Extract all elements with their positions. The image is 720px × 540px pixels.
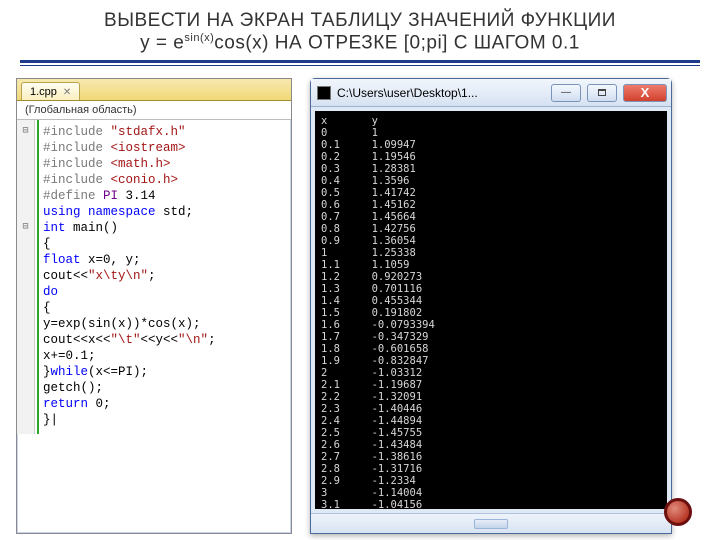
- tab-strip: 1.cpp ✕: [17, 79, 291, 101]
- code-area: ⊟ ⊟ #include "stdafx.h"#include <iostrea…: [17, 120, 291, 434]
- app-icon: [317, 86, 331, 100]
- tab-file[interactable]: 1.cpp ✕: [21, 82, 80, 100]
- status-strip: [311, 513, 671, 533]
- divider-thick: [20, 60, 700, 63]
- code-body[interactable]: #include "stdafx.h"#include <iostream>#i…: [37, 120, 222, 434]
- console-text: x y 0 1 0.1 1.09947 0.2 1.19546 0.3 1.28…: [321, 115, 663, 509]
- close-icon[interactable]: ✕: [63, 87, 71, 98]
- close-button[interactable]: X: [623, 84, 667, 102]
- minimize-button[interactable]: ―: [551, 84, 581, 102]
- console-window: C:\Users\user\Desktop\1... ― X x y 0 1 0…: [310, 78, 672, 534]
- code-editor-window: 1.cpp ✕ (Глобальная область) ⊟ ⊟ #includ…: [16, 78, 292, 534]
- tab-label: 1.cpp: [30, 86, 57, 98]
- scroll-thumb[interactable]: [474, 519, 508, 529]
- console-output: x y 0 1 0.1 1.09947 0.2 1.19546 0.3 1.28…: [315, 111, 667, 509]
- slide-title: ВЫВЕСТИ НА ЭКРАН ТАБЛИЦУ ЗНАЧЕНИЙ ФУНКЦИ…: [0, 0, 720, 58]
- outline-gutter: ⊟ ⊟: [17, 120, 35, 434]
- titlebar: C:\Users\user\Desktop\1... ― X: [311, 79, 671, 107]
- page-number-badge: [664, 498, 692, 526]
- scope-dropdown[interactable]: (Глобальная область): [17, 101, 291, 120]
- maximize-button[interactable]: [587, 84, 617, 102]
- window-title: C:\Users\user\Desktop\1...: [337, 86, 545, 100]
